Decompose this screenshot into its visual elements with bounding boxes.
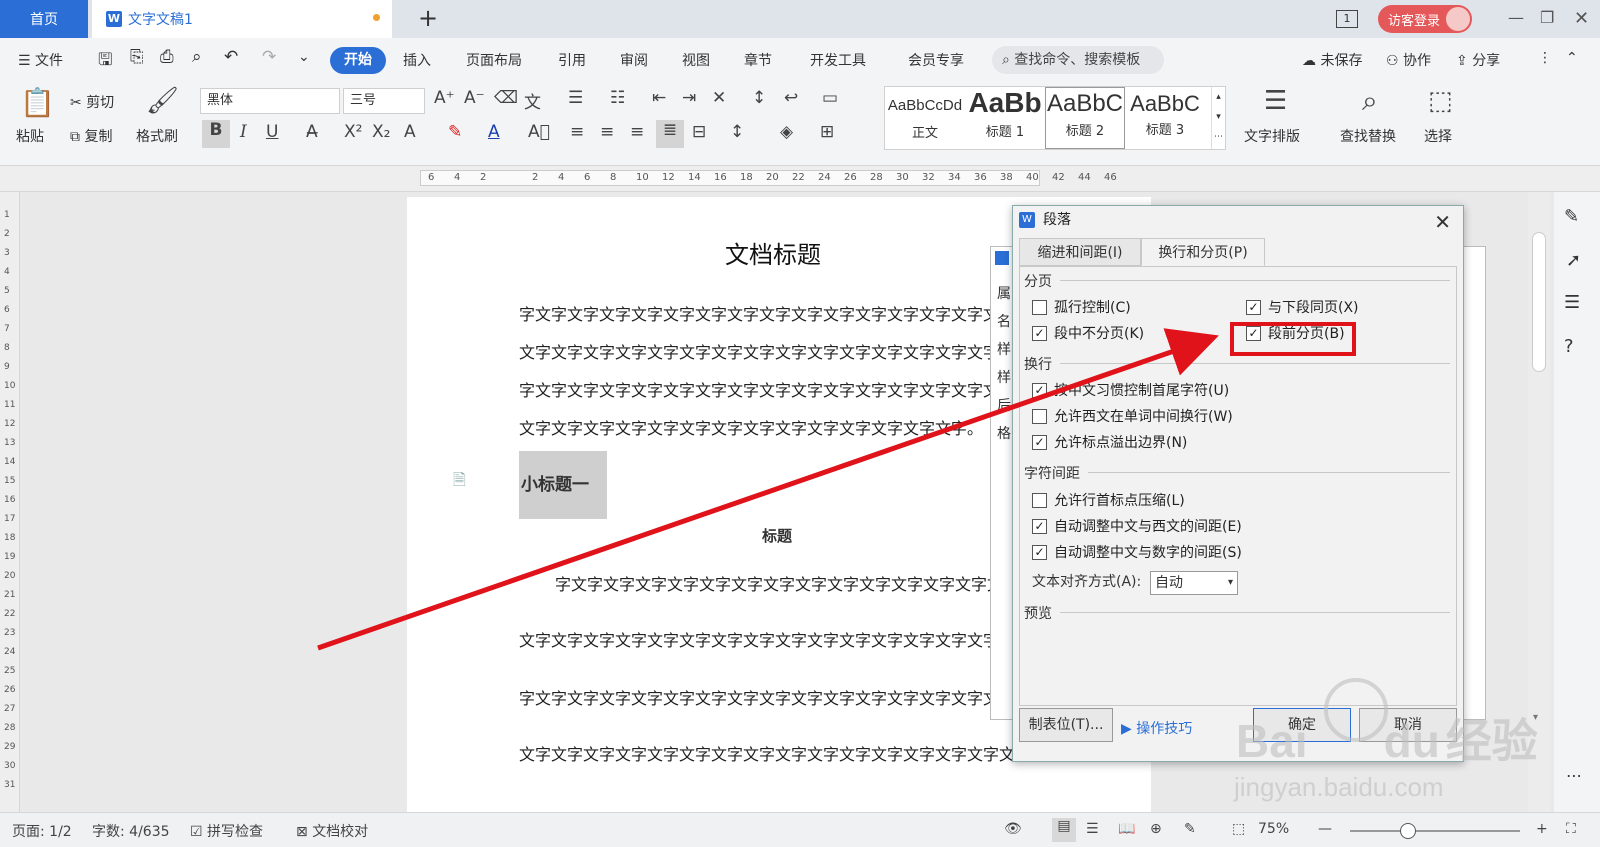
- watermark-brand-text-2: du: [1383, 715, 1440, 767]
- arrow-line: [317, 328, 1219, 651]
- watermark-url: jingyan.baidu.com: [1234, 772, 1444, 802]
- watermark-brand-text: Bai: [1236, 715, 1308, 767]
- watermark-cn-text: 经验: [1445, 715, 1538, 767]
- watermark-paw-icon: [1324, 678, 1388, 742]
- wps-writer-window: 首页 W 文字文稿1 + 1 访客登录 — ❐ ✕ ☰ 文件 🖫 ⎘ ⎙ ⌕ ↶…: [0, 0, 1600, 847]
